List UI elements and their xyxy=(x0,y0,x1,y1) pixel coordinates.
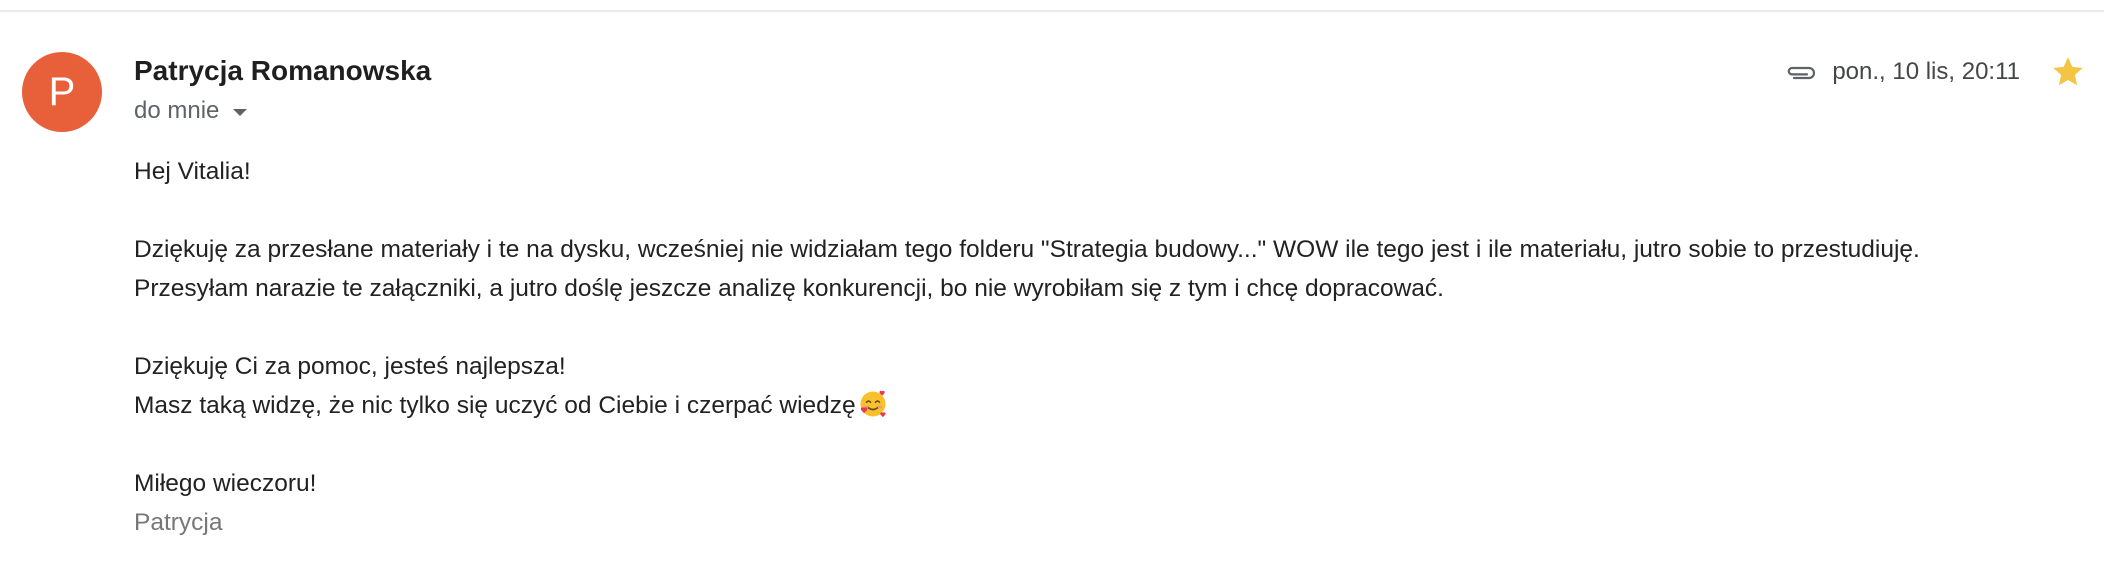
smiling-face-with-hearts-emoji xyxy=(860,390,886,418)
message-signature: Patrycja xyxy=(134,509,223,536)
message-paragraph-line: Dziękuję za przesłane materiały i te na … xyxy=(134,236,1920,263)
message-paragraph-line-with-emoji: Masz taką widzę, że nic tylko się uczyć … xyxy=(134,386,2074,425)
message-paragraph-text: Masz taką widzę, że nic tylko się uczyć … xyxy=(134,392,856,419)
message-paragraph-line: Dziękuję Ci za pomoc, jesteś najlepsza! xyxy=(134,353,566,380)
paperclip-icon xyxy=(1788,66,1816,80)
message-closing: Miłego wieczoru! xyxy=(134,470,317,497)
message-greeting: Hej Vitalia! xyxy=(134,158,251,185)
star-icon[interactable] xyxy=(2050,54,2086,90)
message-date: pon., 10 lis, 20:11 xyxy=(1832,58,2020,85)
chevron-down-icon xyxy=(233,108,248,116)
top-divider xyxy=(0,10,2104,12)
recipients-label: do mnie xyxy=(134,97,220,124)
message-paragraph-line: Przesyłam narazie te załączniki, a jutro… xyxy=(134,275,1444,302)
sender-name[interactable]: Patrycja Romanowska xyxy=(134,54,431,88)
message-meta: pon., 10 lis, 20:11 xyxy=(1784,56,2020,88)
recipients-toggle[interactable]: do mnie xyxy=(134,96,248,126)
message-body: Hej Vitalia! Dziękuję za przesłane mater… xyxy=(134,152,2074,542)
sender-avatar[interactable]: P xyxy=(22,52,102,132)
